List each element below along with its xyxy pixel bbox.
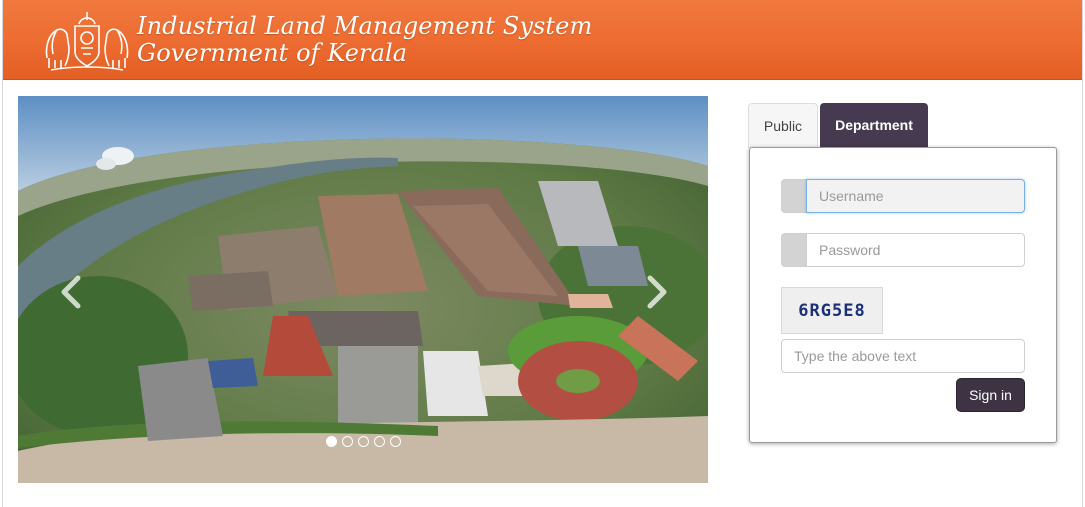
image-carousel[interactable] (18, 96, 708, 483)
app-subtitle: Government of Kerala (137, 39, 408, 67)
carousel-indicator-1[interactable] (326, 436, 337, 447)
tab-public[interactable]: Public (748, 103, 818, 148)
carousel-slide-image (18, 96, 708, 483)
title-block: Industrial Land Management System Govern… (137, 12, 592, 66)
carousel-indicators (326, 436, 401, 448)
carousel-indicator-4[interactable] (374, 436, 385, 447)
lock-icon (781, 233, 807, 267)
user-icon (781, 179, 807, 213)
app-title: Industrial Land Management System (137, 12, 593, 40)
login-panel: 6RG5E8 Sign in (749, 147, 1057, 443)
carousel-indicator-5[interactable] (390, 436, 401, 447)
captcha-image: 6RG5E8 (781, 287, 883, 334)
chevron-left-icon[interactable] (58, 274, 84, 310)
kerala-emblem-icon (45, 12, 129, 71)
carousel-indicator-2[interactable] (342, 436, 353, 447)
username-input[interactable] (806, 179, 1025, 213)
sign-in-button[interactable]: Sign in (956, 378, 1025, 412)
app-header: Industrial Land Management System Govern… (3, 0, 1082, 80)
password-input[interactable] (806, 233, 1025, 267)
captcha-input[interactable] (781, 339, 1025, 373)
carousel-indicator-3[interactable] (358, 436, 369, 447)
tab-department[interactable]: Department (820, 103, 928, 148)
password-group (781, 233, 1025, 267)
chevron-right-icon[interactable] (644, 274, 670, 310)
username-group (781, 179, 1025, 213)
